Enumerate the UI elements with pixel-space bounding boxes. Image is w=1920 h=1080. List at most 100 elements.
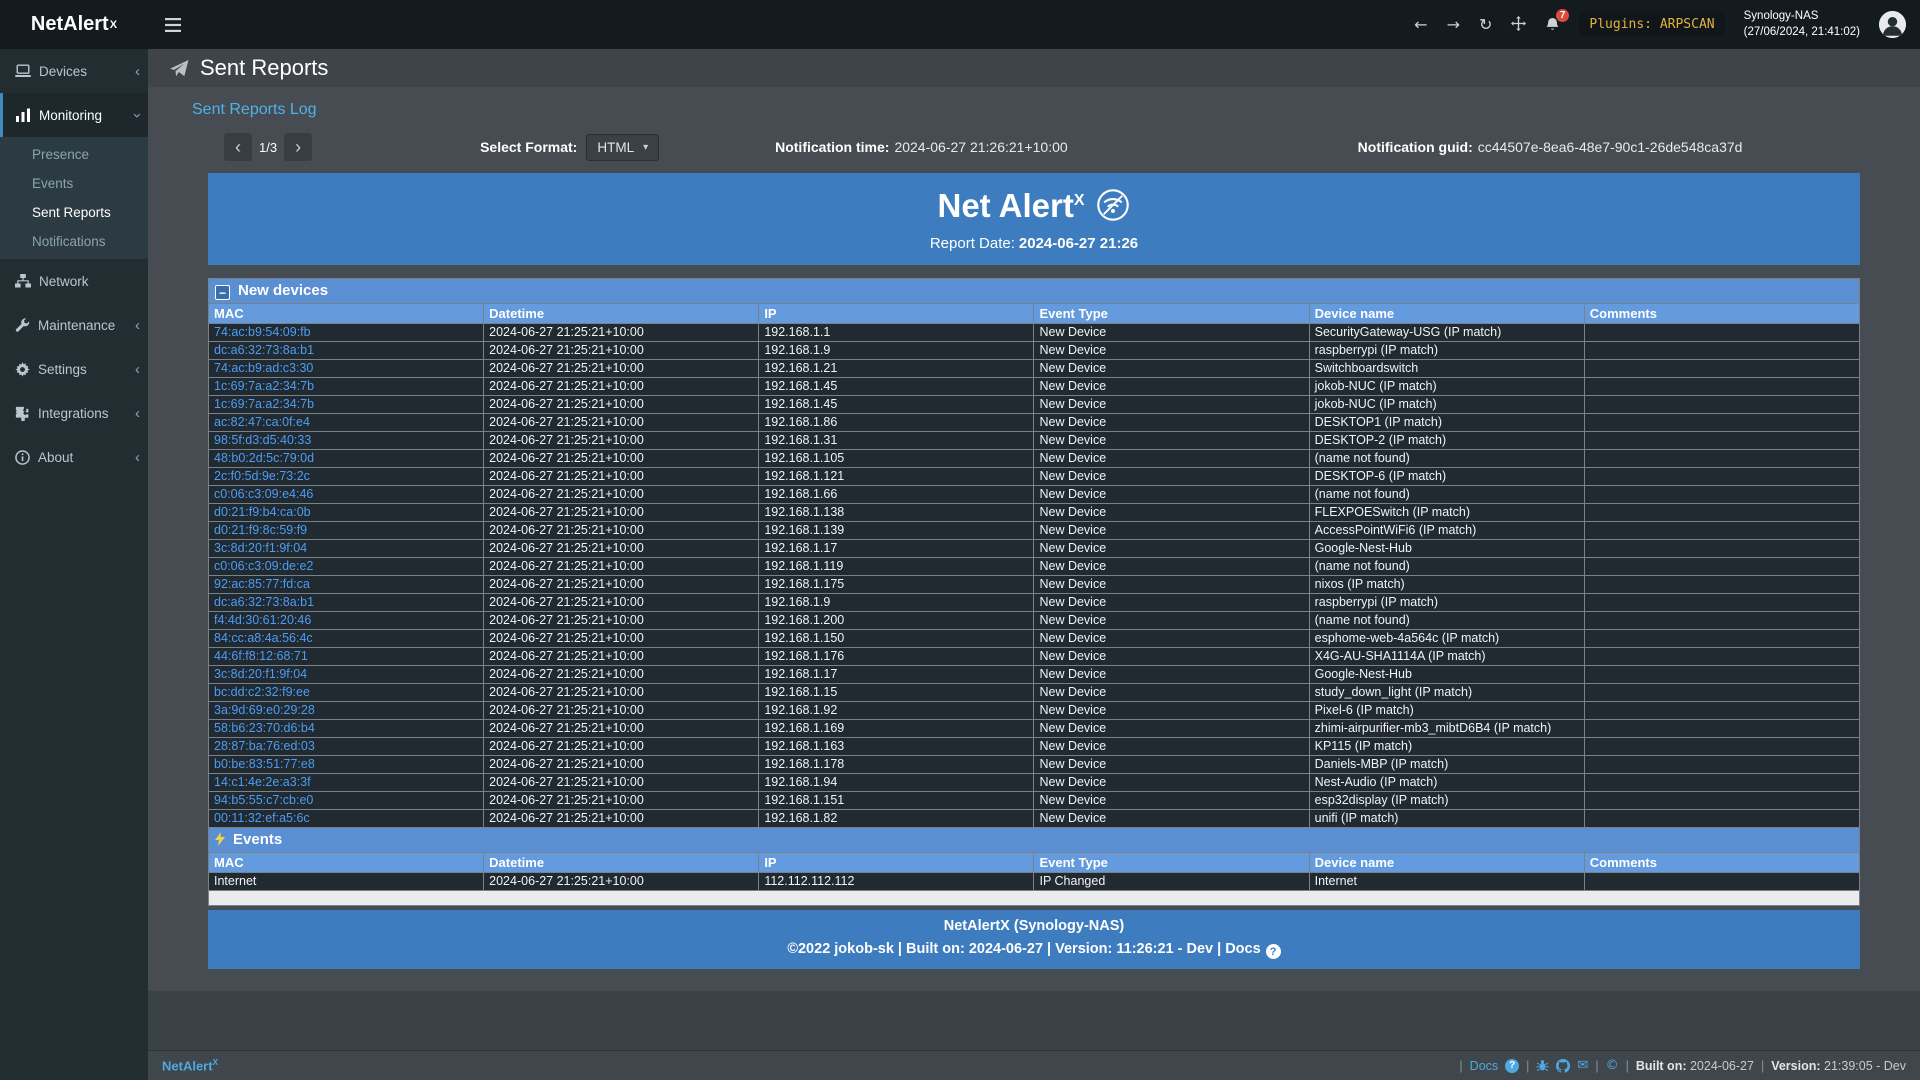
chevron-left-icon: ‹ [135,318,140,333]
mac-link[interactable]: 44:6f:f8:12:68:71 [214,649,308,663]
pagination: ‹ 1/3 › [224,133,312,161]
report-date: Report Date:2024-06-27 21:26 [208,235,1860,252]
plugins-badge[interactable]: Plugins: ARPSCAN [1579,13,1724,36]
mac-link[interactable]: dc:a6:32:73:8a:b1 [214,343,314,357]
mac-link[interactable]: 74:ac:b9:54:09:fb [214,325,311,339]
nav-back-icon[interactable]: ← [1414,17,1427,33]
mac-link[interactable]: b0:be:83:51:77:e8 [214,757,315,771]
separator: | [1595,1059,1598,1073]
mac-link[interactable]: 48:b0:2d:5c:79:0d [214,451,314,465]
mac-link[interactable]: 92:ac:85:77:fd:ca [214,577,310,591]
email-icon[interactable]: ✉ [1577,1059,1588,1072]
mac-link[interactable]: 1c:69:7a:a2:34:7b [214,397,314,411]
move-icon[interactable] [1511,16,1526,34]
mac-link[interactable]: dc:a6:32:73:8a:b1 [214,595,314,609]
topbar: NetAlertX ← → ↻ 7 Plugins: ARPSCAN Synol… [0,0,1920,49]
page-header: Sent Reports [148,49,1920,87]
separator: | [1626,1059,1629,1073]
mac-link[interactable]: 00:11:32:ef:a5:6c [214,811,310,825]
chevron-left-icon: ‹ [235,138,241,156]
brand-sup: X [110,19,117,31]
sidebar-subitem-events[interactable]: Events [0,169,148,198]
column-header: Comments [1584,852,1859,872]
docs-link[interactable]: Docs [1470,1059,1498,1073]
mac-link[interactable]: 58:b6:23:70:d6:b4 [214,721,315,735]
section-header-row: −New devices [209,278,1860,303]
mac-link[interactable]: f4:4d:30:61:20:46 [214,613,311,627]
bug-icon[interactable] [1536,1059,1549,1072]
mac-link[interactable]: 14:c1:4e:2e:a3:3f [214,775,311,789]
sidebar-item-about[interactable]: About ‹ [0,435,148,479]
column-header: Event Type [1034,852,1309,872]
table-row: 74:ac:b9:54:09:fb2024-06-27 21:25:21+10:… [209,323,1860,341]
github-icon[interactable] [1556,1059,1570,1073]
brand-text: NetAlert [31,13,109,36]
mac-link[interactable]: 1c:69:7a:a2:34:7b [214,379,314,393]
puzzle-icon [15,406,30,421]
sidebar: Devices ‹ Monitoring › PresenceEventsSen… [0,49,148,1080]
sidebar-toggle-button[interactable] [148,0,198,49]
table-row: b0:be:83:51:77:e82024-06-27 21:25:21+10:… [209,755,1860,773]
section-header-row: Events [209,827,1860,852]
report-footer-host: NetAlertX (Synology-NAS) [208,918,1860,934]
table-row: Internet2024-06-27 21:25:21+10:00112.112… [209,872,1860,890]
nav-forward-icon[interactable]: → [1447,17,1460,33]
footer-version: Version: 21:39:05 - Dev [1771,1059,1906,1073]
sidebar-item-devices[interactable]: Devices ‹ [0,49,148,93]
sidebar-item-maintenance[interactable]: Maintenance ‹ [0,303,148,347]
notification-guid-label: Notification guid: [1358,139,1473,155]
table-row: 74:ac:b9:ad:c3:302024-06-27 21:25:21+10:… [209,359,1860,377]
column-header: Datetime [484,303,759,323]
sidebar-item-monitoring[interactable]: Monitoring › [0,93,148,137]
format-select[interactable]: HTML ▾ [586,134,659,161]
chevron-left-icon: ‹ [135,450,140,465]
user-avatar[interactable] [1879,11,1906,38]
mac-link[interactable]: 94:b5:55:c7:cb:e0 [214,793,313,807]
mac-link[interactable]: 74:ac:b9:ad:c3:30 [214,361,313,375]
host-time: (27/06/2024, 21:41:02) [1744,25,1860,41]
sidebar-item-integrations[interactable]: Integrations ‹ [0,391,148,435]
mac-link[interactable]: 3c:8d:20:f1:9f:04 [214,667,307,681]
mac-link[interactable]: c0:06:c3:09:e4:46 [214,487,313,501]
chevron-left-icon: ‹ [135,64,140,79]
prev-page-button[interactable]: ‹ [224,133,252,161]
mac-link[interactable]: 84:cc:a8:4a:56:4c [214,631,313,645]
report-footer: NetAlertX (Synology-NAS) ©2022 jokob-sk … [208,910,1860,970]
table-row: 58:b6:23:70:d6:b42024-06-27 21:25:21+10:… [209,719,1860,737]
app-logo[interactable]: NetAlertX [0,0,148,49]
column-header-row: MACDatetimeIPEvent TypeDevice nameCommen… [209,303,1860,323]
sidebar-subitem-sent-reports[interactable]: Sent Reports [0,198,148,227]
wrench-icon [15,318,30,333]
sidebar-subitem-notifications[interactable]: Notifications [0,227,148,256]
mac-link[interactable]: 3c:8d:20:f1:9f:04 [214,541,307,555]
refresh-icon[interactable]: ↻ [1479,17,1492,33]
table-row: 84:cc:a8:4a:56:4c2024-06-27 21:25:21+10:… [209,629,1860,647]
docs-help-icon[interactable]: ? [1266,944,1281,959]
collapse-minus-icon: − [215,285,230,300]
notifications-bell[interactable]: 7 [1545,17,1560,33]
sent-reports-log-link[interactable]: Sent Reports Log [192,101,317,119]
copyright-icon[interactable]: © [1606,1059,1619,1072]
help-icon[interactable]: ? [1505,1059,1519,1073]
table-row: 00:11:32:ef:a5:6c2024-06-27 21:25:21+10:… [209,809,1860,827]
mac-link[interactable]: d0:21:f9:b4:ca:0b [214,505,311,519]
mac-link[interactable]: 28:87:ba:76:ed:03 [214,739,315,753]
sidebar-subitem-presence[interactable]: Presence [0,140,148,169]
pagination-label: 1/3 [259,140,277,155]
mac-link[interactable]: 3a:9d:69:e0:29:28 [214,703,315,717]
mac-link[interactable]: c0:06:c3:09:de:e2 [214,559,313,573]
table-row: c0:06:c3:09:e4:462024-06-27 21:25:21+10:… [209,485,1860,503]
column-header: MAC [209,852,484,872]
footer-brand-link[interactable]: NetAlertX [162,1058,218,1073]
mac-link[interactable]: bc:dd:c2:32:f9:ee [214,685,310,699]
mac-link[interactable]: ac:82:47:ca:0f:e4 [214,415,310,429]
mac-link[interactable]: d0:21:f9:8c:59:f9 [214,523,307,537]
sidebar-item-settings[interactable]: Settings ‹ [0,347,148,391]
mac-link[interactable]: 98:5f:d3:d5:40:33 [214,433,311,447]
laptop-icon [15,64,31,78]
sidebar-item-network[interactable]: Network [0,259,148,303]
next-page-button[interactable]: › [284,133,312,161]
chevron-left-icon: ‹ [135,406,140,421]
mac-link[interactable]: 2c:f0:5d:9e:73:2c [214,469,310,483]
section-heading: Events [233,831,282,848]
